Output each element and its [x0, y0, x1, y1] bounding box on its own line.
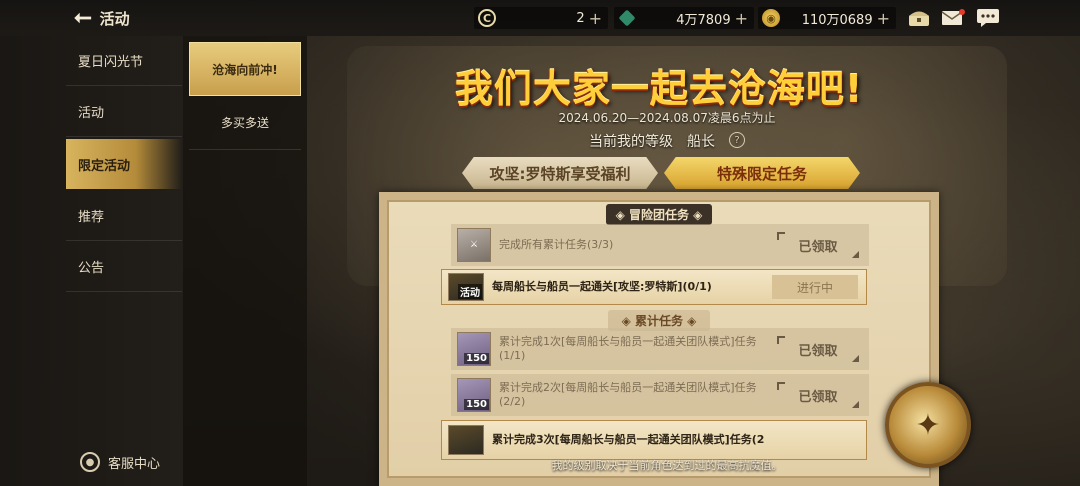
- resource-value: 2: [576, 10, 585, 26]
- task-text: 完成所有累计任务(3/3): [499, 238, 614, 251]
- sidebar-item-label: 限定活动: [78, 158, 131, 174]
- crystal-icon: [618, 9, 636, 27]
- level-row: 当前我的等级 船长 ?: [517, 131, 817, 151]
- sidebar-item-label: 推荐: [78, 210, 105, 225]
- resource-value: 4万7809: [676, 12, 731, 28]
- task-status-in-progress[interactable]: 进行中: [772, 275, 858, 299]
- subtab-buy-more[interactable]: 多买多送: [189, 96, 301, 150]
- add-crystal-button[interactable]: +: [735, 9, 748, 28]
- task-text: 累计完成3次[每周船长与船员一起通关团队模式]任务(2: [492, 433, 765, 446]
- section-title: ◈ 冒险团任务 ◈: [605, 204, 713, 225]
- resource-c-coins: C 2 +: [474, 7, 608, 29]
- level-label: 当前我的等级: [589, 134, 673, 150]
- resource-gold: ◉ 110万0689 +: [758, 7, 896, 29]
- task-row-current: 活动 每周船长与船员一起通关[攻坚:罗特斯](0/1) 进行中: [441, 269, 867, 305]
- sidebar-item-label: 活动: [78, 106, 105, 121]
- customer-service-button[interactable]: ● 客服中心: [80, 452, 160, 472]
- task-row: 150 累计完成1次[每周船长与船员一起通关团队模式]任务(1/1) 已领取: [451, 328, 869, 370]
- resource-value: 110万0689: [801, 12, 873, 28]
- compass-icon: ✦: [885, 382, 971, 468]
- section-adventure-tasks: ◈ 冒险团任务 ◈: [387, 204, 931, 225]
- task-text: 每周船长与船员一起通关[攻坚:罗特斯](0/1): [492, 280, 712, 293]
- subtab-label: 沧海向前冲!: [212, 62, 278, 77]
- add-gold-button[interactable]: +: [877, 9, 890, 28]
- task-row: 150 累计完成2次[每周船长与船员一起通关团队模式]任务(2/2) 已领取: [451, 374, 869, 416]
- event-main-panel: 我们大家一起去沧海吧! 2024.06.20—2024.08.07凌晨6点为止 …: [307, 36, 1080, 486]
- activity-icon: 活动: [448, 273, 484, 301]
- task-status-claimed[interactable]: 已领取: [775, 380, 861, 410]
- tab-label: 特殊限定任务: [716, 164, 807, 183]
- footer-note: 我的级别取决于当前角色达到过的最高抗魔值。: [551, 459, 783, 472]
- sidebar-item-activity[interactable]: 活动: [66, 87, 182, 137]
- task-status[interactable]: [772, 425, 858, 455]
- sidebar: 夏日闪光节 活动 限定活动 推荐 公告: [0, 36, 183, 486]
- subtab-label: 多买多送: [220, 116, 269, 130]
- top-bar: ⭠ 活动 C 2 + 4万7809 + ◉ 110万0689 +: [0, 0, 1080, 36]
- chest-icon[interactable]: [906, 6, 932, 30]
- task-row-partial: 累计完成3次[每周船长与船员一起通关团队模式]任务(2: [441, 420, 867, 460]
- task-text: 累计完成1次[每周船长与船员一起通关团队模式]任务(1/1): [499, 335, 757, 362]
- task-row: ⚔ 完成所有累计任务(3/3) 已领取: [451, 224, 869, 266]
- customer-service-icon: ●: [80, 452, 100, 472]
- back-button[interactable]: ⭠ 活动: [74, 7, 130, 29]
- gold-coin-icon: ◉: [762, 9, 780, 27]
- resource-crystal: 4万7809 +: [614, 7, 754, 29]
- sidebar-item-summer-festival[interactable]: 夏日闪光节: [66, 36, 182, 86]
- event-title: 我们大家一起去沧海吧!: [454, 67, 864, 111]
- page-title: 活动: [99, 9, 130, 28]
- tab-raid-rewards[interactable]: 攻坚:罗特斯享受福利: [462, 157, 658, 189]
- coin-c-icon: C: [478, 9, 496, 27]
- mail-icon[interactable]: [940, 6, 966, 30]
- event-date: 2024.06.20—2024.08.07凌晨6点为止: [558, 111, 776, 125]
- task-text: 累计完成2次[每周船长与船员一起通关团队模式]任务(2/2): [499, 381, 757, 408]
- task-status-claimed[interactable]: 已领取: [775, 334, 861, 364]
- sidebar-item-recommend[interactable]: 推荐: [66, 191, 182, 241]
- chat-icon[interactable]: [975, 6, 1001, 30]
- sidebar-item-limited-activity[interactable]: 限定活动: [66, 139, 182, 189]
- activity-icon: [448, 425, 484, 455]
- sidebar-item-notice[interactable]: 公告: [66, 242, 182, 292]
- reward-icon: 150: [457, 378, 491, 412]
- tab-label: 攻坚:罗特斯享受福利: [489, 164, 631, 183]
- sidebar-item-label: 夏日闪光节: [78, 55, 144, 70]
- level-value: 船长: [687, 134, 715, 150]
- add-c-coins-button[interactable]: +: [589, 9, 602, 28]
- reward-icon: 150: [457, 332, 491, 366]
- subtab-panel: 沧海向前冲! 多买多送: [183, 36, 307, 486]
- sidebar-item-label: 公告: [78, 261, 105, 276]
- help-icon[interactable]: ?: [729, 132, 745, 148]
- customer-service-label: 客服中心: [108, 456, 161, 472]
- task-status-claimed[interactable]: 已领取: [775, 230, 861, 260]
- tab-special-tasks[interactable]: 特殊限定任务: [664, 157, 860, 189]
- sword-icon: ⚔: [457, 228, 491, 262]
- task-board: ◈ 冒险团任务 ◈ ⚔ 完成所有累计任务(3/3) 已领取 活动 每周船长与船员…: [379, 192, 939, 486]
- back-arrow-icon: ⭠: [74, 5, 92, 30]
- subtab-sea-rush[interactable]: 沧海向前冲!: [189, 42, 301, 96]
